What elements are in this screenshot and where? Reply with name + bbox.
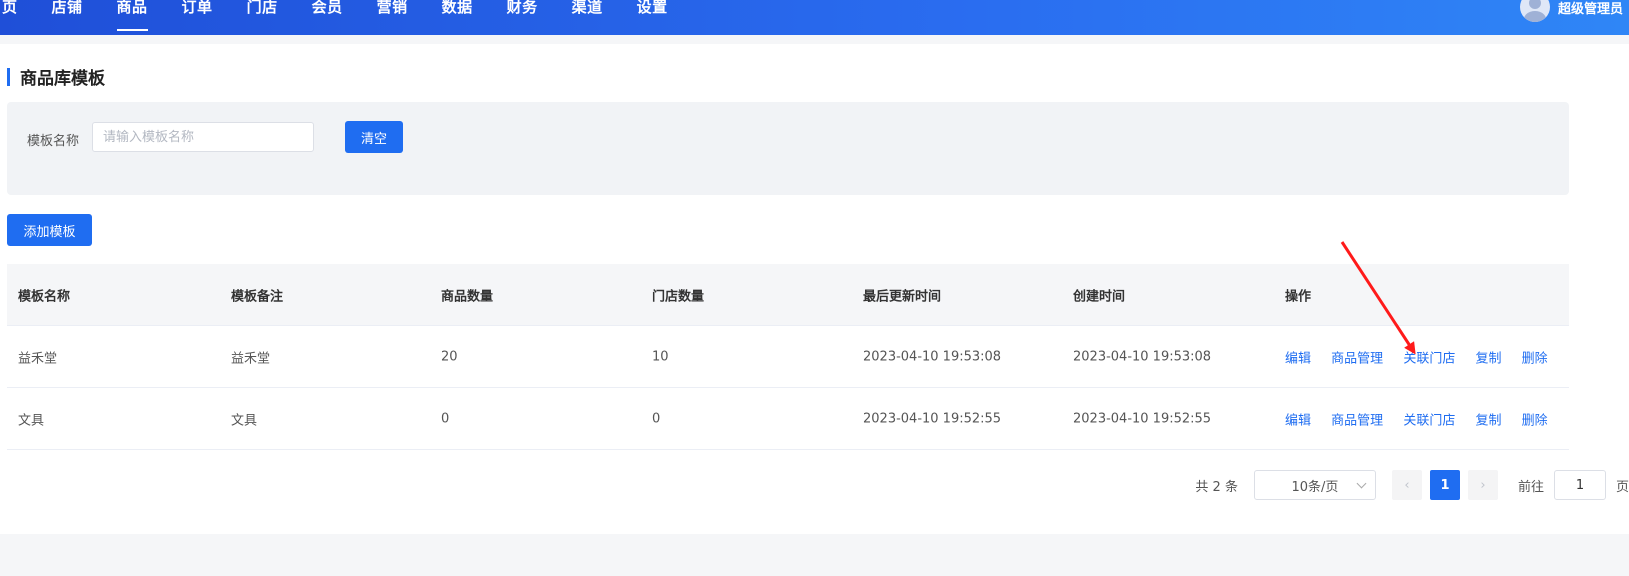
header-template-name: 模板名称 xyxy=(18,289,71,304)
header-created-time: 创建时间 xyxy=(1073,289,1126,304)
page-title: 商品库模板 xyxy=(7,64,105,89)
clear-button[interactable]: 清空 xyxy=(345,121,403,153)
cell-template-note: 文具 xyxy=(231,413,258,428)
copy-link[interactable]: 复制 xyxy=(1475,413,1501,428)
cell-updated-time: 2023-04-10 19:52:55 xyxy=(863,411,1002,426)
page-title-text: 商品库模板 xyxy=(20,69,105,89)
link-stores-link[interactable]: 关联门店 xyxy=(1403,413,1455,428)
avatar[interactable] xyxy=(1519,0,1550,22)
link-stores-link[interactable]: 关联门店 xyxy=(1403,351,1455,366)
delete-link[interactable]: 删除 xyxy=(1522,351,1548,366)
cell-template-name: 文具 xyxy=(18,413,45,428)
cell-goods-count: 0 xyxy=(441,411,450,426)
cell-created-time: 2023-04-10 19:52:55 xyxy=(1073,411,1212,426)
cell-store-count: 10 xyxy=(652,349,669,364)
goods-manage-link[interactable]: 商品管理 xyxy=(1331,351,1383,366)
table-header: 模板名称 模板备注 商品数量 门店数量 最后更新时间 创建时间 操作 xyxy=(7,264,1569,326)
page-size-value: 10条/页 xyxy=(1291,479,1339,495)
nav-item-data[interactable]: 数据 xyxy=(442,0,473,17)
cell-store-count: 0 xyxy=(652,411,661,426)
goods-manage-link[interactable]: 商品管理 xyxy=(1331,413,1383,428)
pagination: 共 2 条 10条/页 ‹ 1 › 前往 页 xyxy=(1195,469,1629,501)
edit-link[interactable]: 编辑 xyxy=(1285,413,1311,428)
top-navigation: 页 店铺 商品 订单 门店 会员 营销 数据 财务 渠道 设置 超级管理员 xyxy=(0,0,1629,35)
goto-page-input[interactable] xyxy=(1553,470,1606,500)
header-store-count: 门店数量 xyxy=(652,289,705,304)
total-count: 共 2 条 xyxy=(1195,479,1238,495)
user-menu[interactable]: 超级管理员 xyxy=(1519,0,1623,22)
cell-goods-count: 20 xyxy=(441,349,458,364)
add-template-button[interactable]: 添加模板 xyxy=(7,214,92,246)
nav-item-stores[interactable]: 门店 xyxy=(247,0,278,17)
cell-template-name: 益禾堂 xyxy=(18,351,58,366)
cell-created-time: 2023-04-10 19:53:08 xyxy=(1073,349,1212,364)
nav-item-shop[interactable]: 店铺 xyxy=(52,0,83,17)
template-name-input[interactable] xyxy=(92,122,314,152)
cell-template-note: 益禾堂 xyxy=(231,351,271,366)
goto-suffix: 页 xyxy=(1615,479,1629,495)
title-accent-bar xyxy=(7,67,10,86)
nav-item-marketing[interactable]: 营销 xyxy=(377,0,408,17)
template-table: 模板名称 模板备注 商品数量 门店数量 最后更新时间 创建时间 操作 益禾堂 益… xyxy=(7,264,1569,450)
row-actions: 编辑 商品管理 关联门店 复制 删除 xyxy=(1285,409,1548,428)
template-name-label: 模板名称 xyxy=(27,134,80,149)
nav-item-home[interactable]: 页 xyxy=(2,0,18,17)
header-actions: 操作 xyxy=(1285,289,1312,304)
nav-menu: 页 店铺 商品 订单 门店 会员 营销 数据 财务 渠道 设置 xyxy=(0,0,702,31)
edit-link[interactable]: 编辑 xyxy=(1285,351,1311,366)
nav-item-members[interactable]: 会员 xyxy=(312,0,343,17)
delete-link[interactable]: 删除 xyxy=(1522,413,1548,428)
table-row: 文具 文具 0 0 2023-04-10 19:52:55 2023-04-10… xyxy=(7,388,1569,450)
goto-label: 前往 xyxy=(1517,479,1544,495)
header-updated-time: 最后更新时间 xyxy=(863,289,942,304)
filter-panel: 模板名称 清空 xyxy=(7,102,1569,195)
page-number-button[interactable]: 1 xyxy=(1429,470,1460,500)
header-template-note: 模板备注 xyxy=(231,289,284,304)
nav-item-orders[interactable]: 订单 xyxy=(182,0,213,17)
row-actions: 编辑 商品管理 关联门店 复制 删除 xyxy=(1285,347,1548,366)
next-page-button[interactable]: › xyxy=(1467,470,1498,500)
main-content: 商品库模板 模板名称 清空 添加模板 模板名称 模板备注 商品数量 门店数量 最… xyxy=(0,44,1629,534)
nav-item-channels[interactable]: 渠道 xyxy=(572,0,603,17)
cell-updated-time: 2023-04-10 19:53:08 xyxy=(863,349,1002,364)
prev-page-button[interactable]: ‹ xyxy=(1391,470,1422,500)
page-size-select[interactable]: 10条/页 xyxy=(1253,470,1376,500)
copy-link[interactable]: 复制 xyxy=(1475,351,1501,366)
table-row: 益禾堂 益禾堂 20 10 2023-04-10 19:53:08 2023-0… xyxy=(7,326,1569,388)
nav-item-finance[interactable]: 财务 xyxy=(507,0,538,17)
nav-item-goods[interactable]: 商品 xyxy=(116,0,148,31)
header-goods-count: 商品数量 xyxy=(441,289,494,304)
nav-item-settings[interactable]: 设置 xyxy=(637,0,668,17)
user-name[interactable]: 超级管理员 xyxy=(1558,0,1623,17)
chevron-down-icon xyxy=(1356,478,1367,489)
